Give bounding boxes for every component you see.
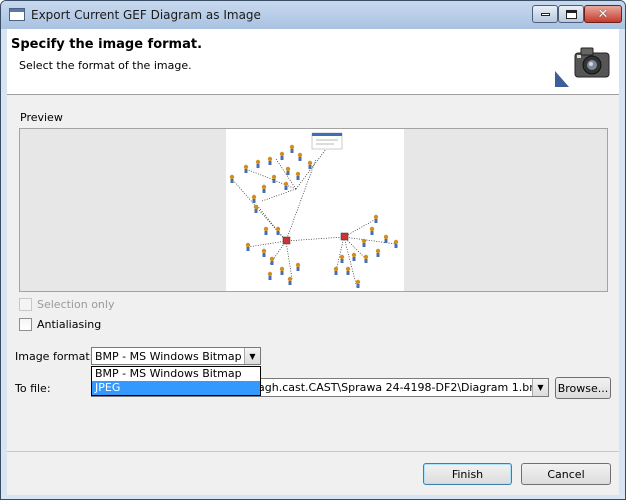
chevron-down-icon[interactable]: ▼ [532, 379, 548, 396]
close-icon: ✕ [597, 6, 609, 22]
preview-label: Preview [20, 111, 63, 124]
image-format-value: BMP - MS Windows Bitmap [95, 350, 242, 363]
to-file-value: agh.cast.CAST\Sprawa 24-4198-DF2\Diagram… [258, 381, 547, 394]
banner-title: Specify the image format. [11, 37, 203, 52]
cancel-button[interactable]: Cancel [521, 463, 611, 485]
window-icon [9, 8, 25, 21]
chevron-down-icon[interactable]: ▼ [244, 348, 260, 364]
selection-only-label: Selection only [37, 298, 115, 311]
close-button[interactable]: ✕ [584, 5, 622, 23]
maximize-button[interactable] [558, 5, 584, 23]
format-option-bmp[interactable]: BMP - MS Windows Bitmap [92, 367, 260, 381]
image-format-select[interactable]: BMP - MS Windows Bitmap ▼ [91, 347, 261, 365]
finish-button[interactable]: Finish [423, 463, 512, 485]
to-file-label: To file: [15, 382, 51, 395]
browse-button[interactable]: Browse... [555, 377, 611, 399]
wizard-banner: Specify the image format. Select the for… [7, 29, 619, 95]
image-format-label: Image format: [15, 350, 94, 363]
minimize-button[interactable] [532, 5, 558, 23]
diagram-preview [226, 129, 404, 291]
preview-area [19, 128, 608, 292]
title-bar[interactable]: Export Current GEF Diagram as Image ✕ [1, 1, 625, 29]
antialiasing-checkbox[interactable] [19, 318, 32, 331]
dialog-body: Specify the image format. Select the for… [7, 29, 619, 495]
minimize-icon [540, 12, 550, 16]
export-dialog: Export Current GEF Diagram as Image ✕ Sp… [0, 0, 626, 500]
window-title: Export Current GEF Diagram as Image [31, 8, 261, 22]
selection-only-option: Selection only [19, 298, 114, 311]
camera-icon [555, 47, 610, 87]
format-option-jpeg[interactable]: JPEG [92, 381, 260, 395]
banner-description: Select the format of the image. [19, 59, 192, 72]
antialiasing-label: Antialiasing [37, 318, 102, 331]
antialiasing-option[interactable]: Antialiasing [19, 318, 101, 331]
selection-only-checkbox [19, 298, 32, 311]
maximize-icon [565, 9, 577, 19]
footer-separator [7, 451, 619, 452]
image-format-dropdown-list[interactable]: BMP - MS Windows Bitmap JPEG [91, 366, 261, 396]
